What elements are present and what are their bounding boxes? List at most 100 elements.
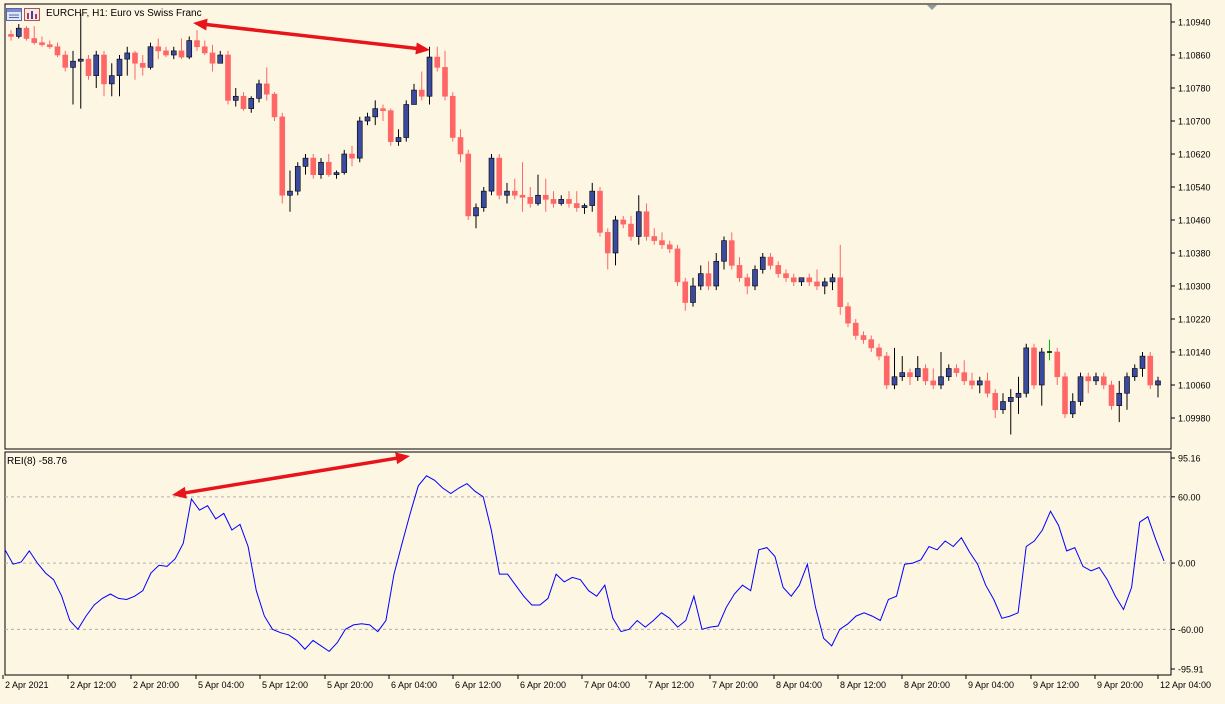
time-tick-label: 6 Apr 12:00 [455, 680, 501, 690]
candle [705, 261, 712, 291]
price-candles [8, 13, 1161, 435]
candle [473, 203, 479, 229]
candle-body [1085, 376, 1092, 382]
candle-body [387, 110, 394, 142]
candle-body [798, 277, 805, 283]
candle-body [457, 137, 464, 155]
candle-body [310, 157, 317, 175]
candle [232, 88, 239, 107]
candle-body [1077, 376, 1084, 402]
candle [1116, 380, 1123, 423]
candle-body [46, 44, 53, 48]
candle [480, 187, 487, 212]
candle-body [620, 219, 627, 225]
candle-body [659, 240, 665, 246]
candle-body [418, 89, 425, 97]
price-tick-label: 1.10060 [1178, 381, 1211, 391]
candle [302, 154, 309, 175]
candle [225, 50, 231, 105]
candle-body [325, 161, 332, 175]
candle-body [31, 38, 38, 43]
candle [1124, 372, 1130, 410]
candle [961, 360, 968, 385]
candle [54, 42, 61, 58]
candle [15, 24, 22, 39]
candle-body [1139, 355, 1146, 369]
candle-body [628, 223, 634, 237]
candle [566, 191, 572, 208]
candle [752, 265, 758, 291]
candle-body [837, 277, 844, 307]
candle-body [674, 248, 681, 283]
candle-body [240, 95, 247, 109]
candle [852, 319, 859, 340]
candle [519, 162, 526, 212]
divergence-arrow [172, 452, 410, 499]
candle-body [349, 153, 355, 159]
shift-marker-icon [927, 5, 937, 10]
candle [542, 178, 549, 212]
candle [170, 46, 177, 60]
candle-body [101, 54, 107, 85]
candle-body [302, 157, 309, 167]
candle [666, 240, 673, 253]
candle [930, 368, 937, 390]
candle-body [651, 236, 658, 241]
candle [101, 50, 107, 97]
candle-body [333, 172, 340, 175]
candle [527, 187, 534, 208]
candle-body [775, 265, 782, 274]
candle [294, 162, 301, 196]
candle-body [480, 190, 487, 208]
price-axis: 1.10940 1.10860 1.10780 1.10700 1.10620 1.105… [1171, 18, 1211, 424]
candle [1000, 393, 1006, 414]
candle-body [442, 67, 448, 97]
candle [93, 50, 100, 88]
candle-body [1147, 355, 1154, 386]
price-tick-label: 1.10860 [1178, 51, 1211, 61]
time-tick-label: 2 Apr 2021 [5, 680, 49, 690]
candle [674, 244, 681, 286]
candle [721, 236, 727, 270]
time-tick-label: 2 Apr 12:00 [70, 680, 116, 690]
candle-body [77, 58, 84, 62]
time-tick-label: 5 Apr 12:00 [262, 680, 308, 690]
candle [938, 352, 944, 390]
candle-body [666, 244, 673, 250]
candle-body [124, 52, 131, 60]
candle-body [1093, 376, 1099, 382]
chart-canvas[interactable]: 1.10940 1.10860 1.10780 1.10700 1.10620 1.105… [0, 0, 1225, 699]
chart-bars-icon[interactable] [24, 7, 40, 21]
candle [1100, 372, 1107, 390]
candle-body [767, 256, 774, 266]
candle [806, 273, 813, 286]
candle [837, 244, 844, 315]
price-tick-label: 1.10220 [1178, 315, 1211, 325]
candle-body [256, 83, 262, 99]
candle [643, 203, 650, 241]
candle [318, 158, 324, 179]
candle-body [1000, 401, 1006, 411]
candle [697, 265, 704, 291]
price-tick-label: 1.10460 [1178, 216, 1211, 226]
candle-body [39, 42, 45, 45]
candle-body [287, 190, 293, 196]
time-tick-label: 5 Apr 04:00 [198, 680, 244, 690]
candle-body [1023, 347, 1030, 394]
candle [77, 13, 84, 109]
candle-body [93, 54, 100, 76]
candle [279, 112, 286, 204]
candle [1023, 343, 1030, 398]
candle-body [961, 372, 968, 382]
candle-body [899, 372, 906, 378]
chart-window-icon[interactable] [6, 7, 22, 21]
candle [263, 67, 270, 101]
candle-body [1062, 376, 1068, 415]
indicator-axis: 95.16 60.00 0.00 -60.00 -95.91 [1171, 454, 1204, 675]
candle [411, 83, 417, 105]
price-tick-label: 1.10300 [1178, 282, 1211, 292]
candle [31, 26, 38, 45]
candle-body [8, 34, 14, 37]
candle-body [170, 50, 177, 56]
candle-body [15, 27, 22, 37]
